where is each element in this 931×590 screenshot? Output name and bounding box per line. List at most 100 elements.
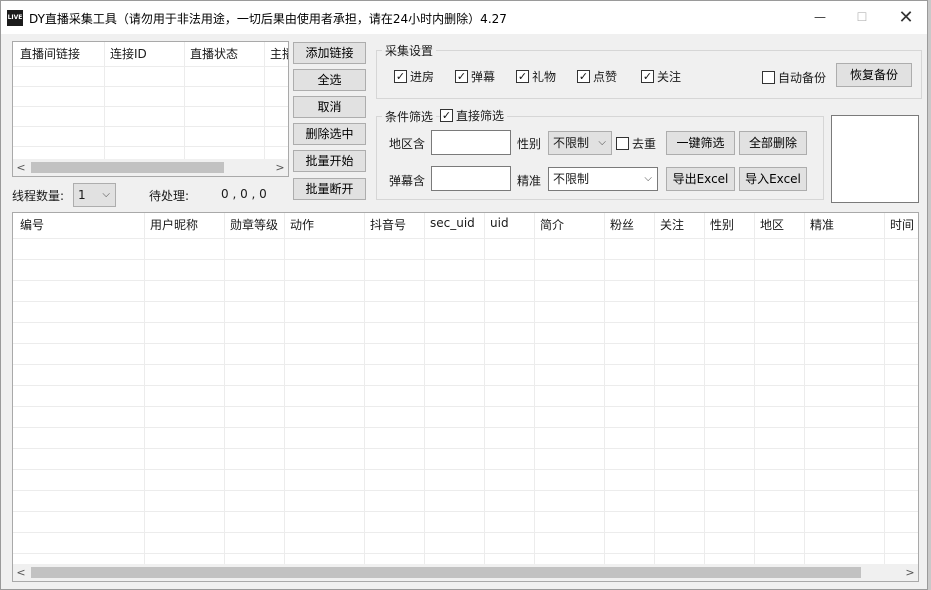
- grid-line: [13, 126, 288, 127]
- batch-stop-button[interactable]: 批量断开: [293, 178, 366, 200]
- room-col-status[interactable]: 直播状态: [190, 45, 238, 62]
- scroll-thumb[interactable]: [31, 567, 861, 578]
- results-hscrollbar[interactable]: < >: [13, 564, 918, 581]
- grid-line: [184, 42, 185, 160]
- scroll-right-icon[interactable]: >: [272, 159, 288, 176]
- gender-select-value: 不限制: [553, 136, 590, 150]
- dedupe-label: 去重: [632, 137, 657, 151]
- one-click-filter-button[interactable]: 一键筛选: [666, 131, 735, 155]
- room-list-hscrollbar[interactable]: < >: [13, 159, 288, 176]
- result-col-medal[interactable]: 勋章等级: [230, 216, 278, 233]
- check-icon: ✓: [455, 70, 468, 83]
- direct-filter-checkbox[interactable]: ✓ 直接筛选: [440, 107, 508, 124]
- result-col-time[interactable]: 时间: [890, 216, 914, 233]
- opt-gift-checkbox[interactable]: ✓ 礼物: [516, 68, 556, 85]
- region-input[interactable]: [431, 130, 511, 155]
- delete-selected-button[interactable]: 删除选中: [293, 123, 366, 145]
- room-col-link[interactable]: 直播间链接: [20, 45, 80, 62]
- grid-line: [13, 553, 918, 554]
- direct-filter-label: 直接筛选: [456, 109, 505, 123]
- grid-line: [13, 343, 918, 344]
- room-list-table[interactable]: 直播间链接 连接ID 直播状态 主播 < >: [12, 41, 289, 177]
- opt-enter-room-checkbox[interactable]: ✓ 进房: [394, 68, 434, 85]
- opt-gift-label: 礼物: [532, 70, 557, 84]
- close-button[interactable]: ✕: [883, 1, 929, 34]
- select-all-button[interactable]: 全选: [293, 69, 366, 91]
- delete-all-button[interactable]: 全部删除: [739, 131, 807, 155]
- grid-line: [364, 213, 365, 565]
- danmu-label: 弹幕含: [389, 174, 426, 188]
- grid-line: [13, 259, 918, 260]
- scroll-thumb[interactable]: [31, 162, 224, 173]
- grid-line: [13, 238, 918, 239]
- dedupe-checkbox[interactable]: 去重: [616, 135, 656, 152]
- precise-select[interactable]: 不限制 ⌵: [548, 167, 658, 191]
- thread-count-value: 1: [78, 188, 86, 202]
- scroll-left-icon[interactable]: <: [13, 564, 29, 581]
- chevron-down-icon: ⌵: [102, 189, 110, 200]
- grid-line: [13, 532, 918, 533]
- restore-backup-button[interactable]: 恢复备份: [836, 63, 912, 87]
- check-icon: ✓: [516, 70, 529, 83]
- room-col-conn-id[interactable]: 连接ID: [110, 45, 147, 62]
- grid-line: [13, 448, 918, 449]
- auto-backup-label: 自动备份: [778, 71, 827, 85]
- chevron-down-icon: ⌵: [644, 173, 652, 184]
- gender-select[interactable]: 不限制 ⌵: [548, 131, 612, 155]
- auto-backup-box: [762, 71, 775, 84]
- result-col-gender[interactable]: 性别: [710, 216, 734, 233]
- result-col-bio[interactable]: 简介: [540, 216, 564, 233]
- scroll-left-icon[interactable]: <: [13, 159, 29, 176]
- grid-line: [704, 213, 705, 565]
- grid-line: [13, 106, 288, 107]
- thread-count-select[interactable]: 1 ⌵: [73, 183, 116, 207]
- dedupe-box: [616, 137, 629, 150]
- result-col-precise[interactable]: 精准: [810, 216, 834, 233]
- grid-line: [13, 469, 918, 470]
- auto-backup-checkbox[interactable]: 自动备份: [762, 69, 826, 86]
- grid-line: [13, 280, 918, 281]
- opt-like-checkbox[interactable]: ✓ 点赞: [577, 68, 617, 85]
- results-table[interactable]: 编号 用户昵称 勋章等级 动作 抖音号 sec_uid uid 简介 粉丝 关注…: [12, 212, 919, 582]
- result-col-nickname[interactable]: 用户昵称: [150, 216, 198, 233]
- result-col-region[interactable]: 地区: [760, 216, 784, 233]
- cancel-button[interactable]: 取消: [293, 96, 366, 118]
- result-col-fans[interactable]: 粉丝: [610, 216, 634, 233]
- result-col-action[interactable]: 动作: [290, 216, 314, 233]
- import-excel-button[interactable]: 导入Excel: [739, 167, 807, 191]
- check-icon: ✓: [440, 109, 453, 122]
- grid-line: [884, 213, 885, 565]
- scroll-right-icon[interactable]: >: [902, 564, 918, 581]
- danmu-input[interactable]: [431, 166, 511, 191]
- gender-label: 性别: [517, 137, 542, 151]
- check-icon: ✓: [641, 70, 654, 83]
- batch-start-button[interactable]: 批量开始: [293, 150, 366, 172]
- result-col-douyin-id[interactable]: 抖音号: [370, 216, 406, 233]
- grid-line: [534, 213, 535, 565]
- grid-line: [13, 364, 918, 365]
- grid-line: [654, 213, 655, 565]
- filter-title: 条件筛选: [382, 108, 437, 125]
- opt-danmu-checkbox[interactable]: ✓ 弹幕: [455, 68, 495, 85]
- minimize-button[interactable]: —: [797, 1, 843, 34]
- precise-label: 精准: [517, 174, 542, 188]
- grid-line: [13, 301, 918, 302]
- result-col-uid[interactable]: uid: [490, 216, 509, 230]
- export-excel-button[interactable]: 导出Excel: [666, 167, 735, 191]
- check-icon: ✓: [394, 70, 407, 83]
- grid-line: [754, 213, 755, 565]
- window-title: DY直播采集工具（请勿用于非法用途，一切后果由使用者承担，请在24小时内删除）4…: [29, 12, 507, 26]
- result-col-id[interactable]: 编号: [20, 216, 44, 233]
- maximize-button[interactable]: ☐: [839, 1, 885, 34]
- app-window: LIVE DY直播采集工具（请勿用于非法用途，一切后果由使用者承担，请在24小时…: [0, 0, 928, 590]
- result-col-sec-uid[interactable]: sec_uid: [430, 216, 475, 230]
- grid-line: [13, 406, 918, 407]
- grid-line: [804, 213, 805, 565]
- result-col-following[interactable]: 关注: [660, 216, 684, 233]
- add-link-button[interactable]: 添加链接: [293, 42, 366, 64]
- region-label: 地区含: [389, 137, 426, 151]
- opt-follow-checkbox[interactable]: ✓ 关注: [641, 68, 681, 85]
- grid-line: [484, 213, 485, 565]
- grid-line: [224, 213, 225, 565]
- room-col-anchor[interactable]: 主播: [270, 45, 288, 62]
